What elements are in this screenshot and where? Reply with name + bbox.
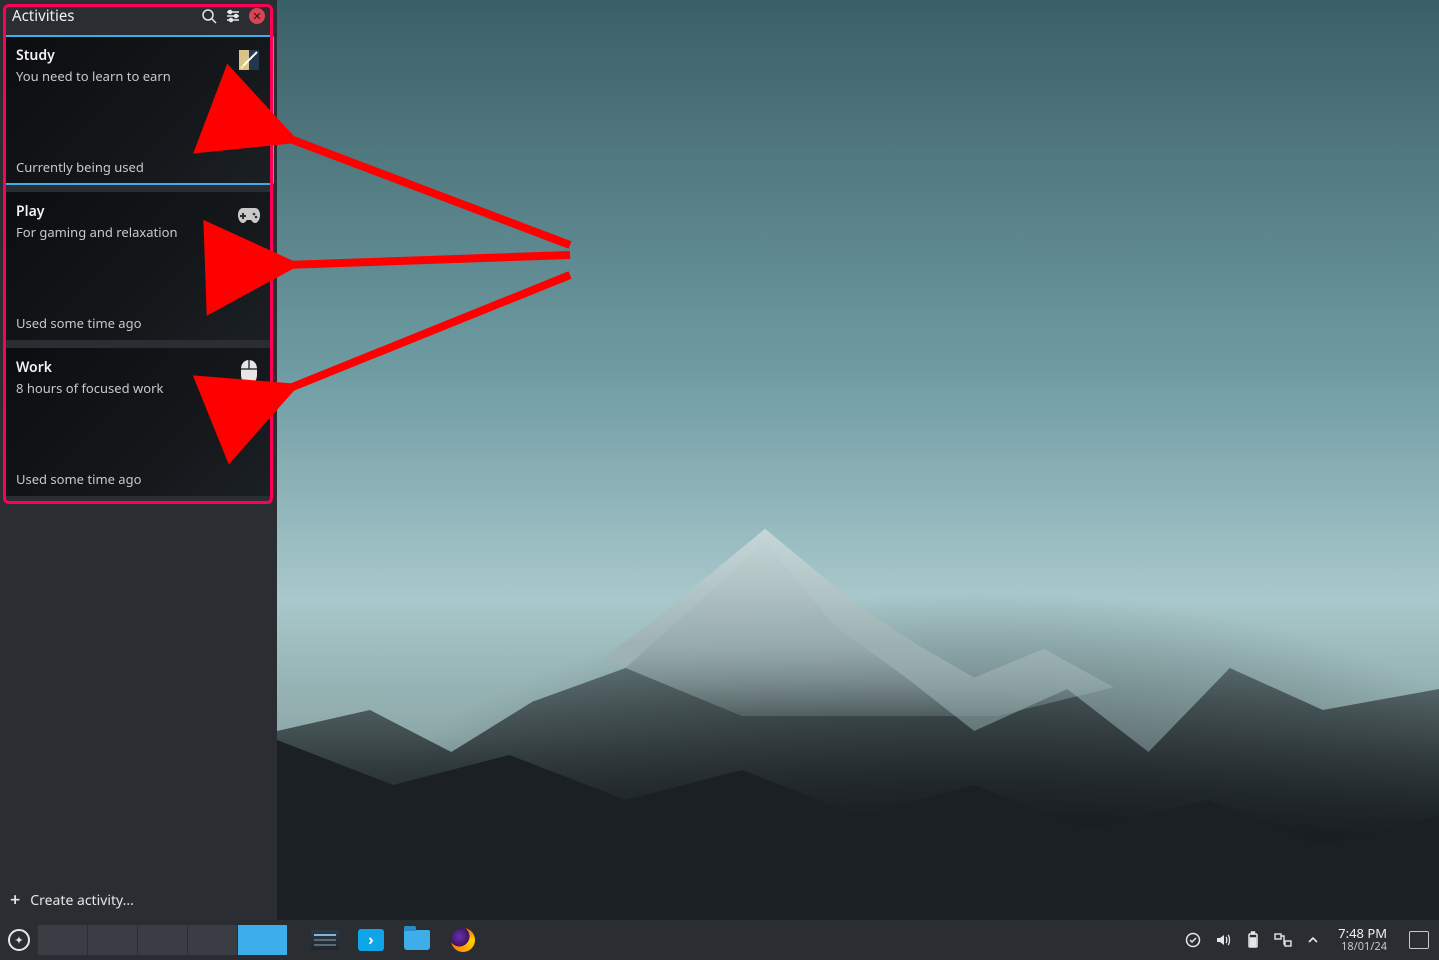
close-icon[interactable]: ✕ [245, 4, 269, 28]
activity-title: Study [16, 46, 261, 65]
activity-desc: You need to learn to earn [16, 67, 261, 85]
activity-card-work[interactable]: Work 8 hours of focused work Used some t… [4, 348, 273, 496]
system-tray: 7:48 PM 18/01/24 [1184, 926, 1435, 954]
launcher-discover[interactable]: › [354, 925, 388, 955]
clock-date: 18/01/24 [1338, 941, 1387, 954]
launcher-files[interactable] [400, 925, 434, 955]
launcher-firefox[interactable] [446, 925, 480, 955]
virtual-desktops-pager [38, 925, 288, 955]
gamepad-icon [235, 202, 263, 230]
launcher-system-settings[interactable] [308, 925, 342, 955]
plus-icon: + [10, 891, 20, 909]
taskbar: › 7:48 PM 18/01/24 [0, 920, 1439, 960]
activity-status: Used some time ago [16, 314, 261, 332]
virtual-desktop-3[interactable] [138, 925, 188, 955]
discover-icon: › [358, 929, 384, 951]
virtual-desktop-5[interactable] [238, 925, 288, 955]
tray-expand-icon[interactable] [1304, 931, 1322, 949]
folder-icon [404, 930, 430, 950]
start-button[interactable] [4, 925, 34, 955]
show-desktop-button[interactable] [1409, 931, 1429, 949]
taskbar-launchers: › [308, 925, 480, 955]
pencil-icon [235, 46, 263, 74]
volume-icon[interactable] [1214, 931, 1232, 949]
desktop-wallpaper[interactable] [277, 0, 1439, 920]
mouse-icon [235, 358, 263, 386]
activity-desc: For gaming and relaxation [16, 223, 261, 241]
activity-status: Used some time ago [16, 470, 261, 488]
activities-list: Study You need to learn to earn Currentl… [0, 32, 277, 508]
virtual-desktop-2[interactable] [88, 925, 138, 955]
activity-title: Work [16, 358, 261, 377]
updates-icon[interactable] [1184, 931, 1202, 949]
activities-title: Activities [8, 6, 197, 26]
settings-icon[interactable] [221, 4, 245, 28]
battery-icon[interactable] [1244, 931, 1262, 949]
search-icon[interactable] [197, 4, 221, 28]
virtual-desktop-1[interactable] [38, 925, 88, 955]
activity-desc: 8 hours of focused work [16, 379, 261, 397]
activities-header: Activities ✕ [0, 0, 277, 32]
activity-card-play[interactable]: Play For gaming and relaxation Used some… [4, 192, 273, 340]
network-icon[interactable] [1274, 931, 1292, 949]
activities-sidebar: Activities ✕ Study You need to learn to … [0, 0, 277, 920]
activity-title: Play [16, 202, 261, 221]
kubuntu-logo-icon [8, 929, 30, 951]
create-activity-button[interactable]: + Create activity... [0, 880, 277, 920]
activity-status: Currently being used [16, 158, 261, 176]
activity-card-study[interactable]: Study You need to learn to earn Currentl… [4, 36, 273, 184]
create-activity-label: Create activity... [30, 891, 134, 910]
clock[interactable]: 7:48 PM 18/01/24 [1338, 926, 1387, 954]
firefox-icon [451, 928, 475, 952]
system-settings-icon [311, 930, 339, 950]
virtual-desktop-4[interactable] [188, 925, 238, 955]
